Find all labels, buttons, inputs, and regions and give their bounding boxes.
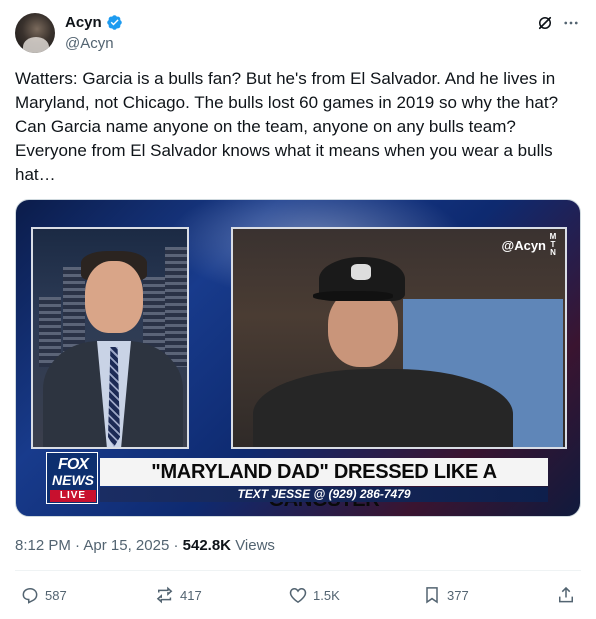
repost-count: 417 — [180, 587, 202, 603]
avatar[interactable] — [15, 13, 55, 53]
news-chyron: FOX NEWS LIVE "MARYLAND DAD" DRESSED LIK… — [46, 452, 554, 511]
reply-count: 587 — [45, 587, 67, 603]
share-button[interactable] — [556, 585, 576, 605]
like-icon — [289, 587, 307, 603]
tweet-date[interactable]: Apr 15, 2025 — [83, 537, 169, 554]
share-icon — [559, 586, 573, 603]
chyron-subline: TEXT JESSE @ (929) 286-7479 — [100, 487, 548, 502]
author-display-name[interactable]: Acyn — [65, 14, 102, 31]
reply-icon — [22, 588, 38, 604]
verified-badge-icon — [106, 15, 122, 30]
repost-button[interactable]: 417 — [155, 585, 202, 605]
author-handle[interactable]: @Acyn — [65, 35, 114, 52]
author-name-row: Acyn — [65, 14, 123, 31]
bookmark-button[interactable]: 377 — [422, 585, 469, 605]
tweet-media-video[interactable]: @Acyn M T N FOX NEWS LIVE "MARYLAND DAD"… — [15, 199, 581, 517]
repost-icon — [156, 586, 173, 604]
like-button[interactable]: 1.5K — [288, 585, 340, 605]
tweet-text: Watters: Garcia is a bulls fan? But he's… — [15, 69, 559, 184]
bookmark-icon — [426, 587, 438, 604]
media-watermark: @Acyn M T N — [501, 232, 557, 257]
live-badge: LIVE — [50, 490, 96, 502]
tweet-meta: 8:12 PM · Apr 15, 2025 · 542.8K Views — [15, 537, 275, 554]
grok-icon[interactable] — [536, 14, 554, 32]
views-count: 542.8K — [182, 537, 232, 554]
guest-video-panel: @Acyn M T N — [231, 227, 567, 449]
tweet-time[interactable]: 8:12 PM — [15, 537, 71, 554]
fox-news-logo: FOX NEWS LIVE — [46, 452, 98, 504]
host-video-panel — [31, 227, 189, 449]
bulls-logo-icon — [351, 264, 371, 280]
mtn-logo: M T N — [549, 232, 557, 257]
chyron-headline: "MARYLAND DAD" DRESSED LIKE A GANGSTER — [100, 458, 548, 511]
more-icon[interactable] — [562, 14, 580, 32]
views-label: Views — [235, 537, 275, 554]
reply-button[interactable]: 587 — [20, 585, 67, 605]
like-count: 1.5K — [313, 587, 340, 603]
divider — [15, 570, 581, 571]
bookmark-count: 377 — [447, 587, 469, 603]
